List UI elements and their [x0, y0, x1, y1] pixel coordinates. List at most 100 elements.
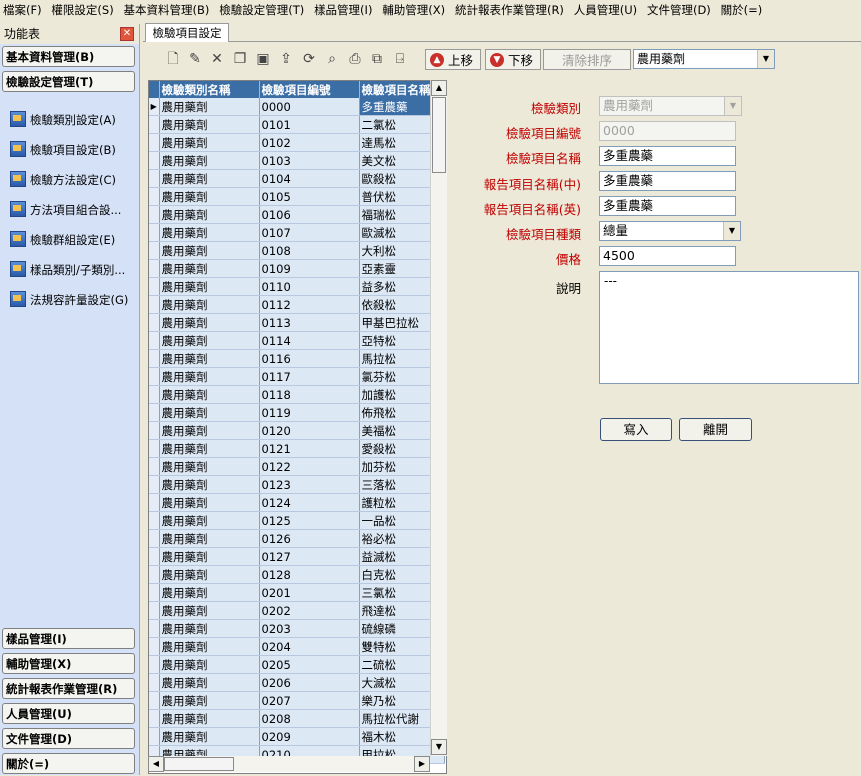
- move-down-button[interactable]: ▼ 下移: [485, 49, 541, 70]
- row-selector[interactable]: [149, 439, 160, 458]
- save-icon[interactable]: ▣: [255, 51, 271, 67]
- group-basic-data[interactable]: 基本資料管理(B): [2, 46, 135, 67]
- cell-item-no[interactable]: 0104: [259, 169, 360, 188]
- cell-item-no[interactable]: 0106: [259, 205, 360, 224]
- row-selector[interactable]: [149, 349, 160, 368]
- row-selector[interactable]: [149, 295, 160, 314]
- copy-icon[interactable]: ❐: [232, 51, 248, 67]
- leave-button[interactable]: 離開: [679, 418, 752, 441]
- col-header-category[interactable]: 檢驗類別名稱: [159, 81, 260, 98]
- row-selector[interactable]: [149, 421, 160, 440]
- cell-category[interactable]: 農用藥劑: [159, 511, 260, 530]
- nav-test-item[interactable]: 檢驗項目設定(B): [10, 140, 116, 160]
- item-name-field[interactable]: 多重農藥: [599, 146, 736, 166]
- cell-category[interactable]: 農用藥劑: [159, 493, 260, 512]
- report-name-en-field[interactable]: 多重農藥: [599, 196, 736, 216]
- cell-category[interactable]: 農用藥劑: [159, 565, 260, 584]
- row-selector[interactable]: [149, 313, 160, 332]
- row-selector[interactable]: [149, 259, 160, 278]
- row-selector[interactable]: [149, 403, 160, 422]
- row-selector[interactable]: [149, 205, 160, 224]
- cell-item-no[interactable]: 0126: [259, 529, 360, 548]
- cell-item-no[interactable]: 0124: [259, 493, 360, 512]
- close-icon[interactable]: ✕: [120, 27, 134, 41]
- group-personnel[interactable]: 人員管理(U): [2, 703, 135, 724]
- table-row[interactable]: 農用藥劑 0206 大滅松: [149, 673, 445, 692]
- row-selector[interactable]: [149, 529, 160, 548]
- cell-category[interactable]: 農用藥劑: [159, 529, 260, 548]
- scroll-down-icon[interactable]: ▼: [431, 739, 447, 755]
- nav-method-item-combo[interactable]: 方法項目組合設...: [10, 200, 121, 220]
- cell-item-no[interactable]: 0122: [259, 457, 360, 476]
- table-row[interactable]: 農用藥劑 0112 依殺松: [149, 295, 445, 314]
- table-row[interactable]: 農用藥劑 0201 三氯松: [149, 583, 445, 602]
- cell-category[interactable]: 農用藥劑: [159, 457, 260, 476]
- cell-item-no[interactable]: 0208: [259, 709, 360, 728]
- print-icon[interactable]: ⎙: [347, 51, 363, 67]
- menu-permissions[interactable]: 權限設定(S): [48, 0, 116, 20]
- cell-category[interactable]: 農用藥劑: [159, 727, 260, 746]
- table-row[interactable]: 農用藥劑 0109 亞素靈: [149, 259, 445, 278]
- cell-item-no[interactable]: 0128: [259, 565, 360, 584]
- table-row[interactable]: 農用藥劑 0104 歐殺松: [149, 169, 445, 188]
- chevron-down-icon[interactable]: ▼: [757, 50, 774, 68]
- cell-item-no[interactable]: 0110: [259, 277, 360, 296]
- cell-item-no[interactable]: 0209: [259, 727, 360, 746]
- table-row[interactable]: 農用藥劑 0122 加芬松: [149, 457, 445, 476]
- cell-item-no[interactable]: 0119: [259, 403, 360, 422]
- table-row[interactable]: 農用藥劑 0103 美文松: [149, 151, 445, 170]
- table-row[interactable]: 農用藥劑 0119 佈飛松: [149, 403, 445, 422]
- cell-category[interactable]: 農用藥劑: [159, 98, 260, 116]
- cell-item-no[interactable]: 0108: [259, 241, 360, 260]
- table-row[interactable]: 農用藥劑 0114 亞特松: [149, 331, 445, 350]
- cell-category[interactable]: 農用藥劑: [159, 277, 260, 296]
- chevron-down-icon[interactable]: ▼: [723, 222, 740, 240]
- cell-category[interactable]: 農用藥劑: [159, 115, 260, 134]
- menu-test-settings[interactable]: 檢驗設定管理(T): [216, 0, 307, 20]
- table-row[interactable]: 農用藥劑 0106 福瑞松: [149, 205, 445, 224]
- cell-category[interactable]: 農用藥劑: [159, 439, 260, 458]
- row-selector[interactable]: [149, 691, 160, 710]
- cell-category[interactable]: 農用藥劑: [159, 331, 260, 350]
- cell-category[interactable]: 農用藥劑: [159, 169, 260, 188]
- cell-category[interactable]: 農用藥劑: [159, 349, 260, 368]
- row-selector[interactable]: [149, 223, 160, 242]
- table-row[interactable]: 農用藥劑 0121 愛殺松: [149, 439, 445, 458]
- scroll-thumb[interactable]: [432, 97, 446, 173]
- nav-test-category[interactable]: 檢驗類別設定(A): [10, 110, 116, 130]
- table-row[interactable]: 農用藥劑 0125 一品松: [149, 511, 445, 530]
- cell-category[interactable]: 農用藥劑: [159, 637, 260, 656]
- nav-test-group[interactable]: 檢驗群組設定(E): [10, 230, 115, 250]
- row-selector[interactable]: [149, 115, 160, 134]
- nav-regulation-tolerance[interactable]: 法規容許量設定(G): [10, 290, 128, 310]
- row-selector[interactable]: [149, 637, 160, 656]
- row-selector[interactable]: [149, 565, 160, 584]
- cell-item-no[interactable]: 0114: [259, 331, 360, 350]
- table-row[interactable]: 農用藥劑 0110 益多松: [149, 277, 445, 296]
- table-row[interactable]: 農用藥劑 0127 益滅松: [149, 547, 445, 566]
- cell-category[interactable]: 農用藥劑: [159, 205, 260, 224]
- cell-category[interactable]: 農用藥劑: [159, 583, 260, 602]
- cell-category[interactable]: 農用藥劑: [159, 259, 260, 278]
- preview-icon[interactable]: ⧉: [369, 51, 385, 67]
- cell-item-no[interactable]: 0116: [259, 349, 360, 368]
- col-header-item-no[interactable]: 檢驗項目編號: [259, 81, 360, 98]
- nav-sample-category[interactable]: 樣品類別/子類別...: [10, 260, 125, 280]
- group-stats-reports[interactable]: 統計報表作業管理(R): [2, 678, 135, 699]
- tab-test-item-settings[interactable]: 檢驗項目設定: [145, 23, 229, 42]
- cell-category[interactable]: 農用藥劑: [159, 403, 260, 422]
- cell-item-no[interactable]: 0127: [259, 547, 360, 566]
- menu-basic-data[interactable]: 基本資料管理(B): [121, 0, 213, 20]
- cell-item-no[interactable]: 0101: [259, 115, 360, 134]
- cell-category[interactable]: 農用藥劑: [159, 475, 260, 494]
- move-up-button[interactable]: ▲ 上移: [425, 49, 481, 70]
- price-field[interactable]: 4500: [599, 246, 736, 266]
- grid-vertical-scrollbar[interactable]: ▲ ▼: [430, 80, 447, 756]
- row-selector[interactable]: [149, 547, 160, 566]
- exit-icon[interactable]: ⍈: [392, 51, 408, 67]
- row-selector[interactable]: [149, 511, 160, 530]
- row-selector[interactable]: [149, 727, 160, 746]
- cell-item-no[interactable]: 0112: [259, 295, 360, 314]
- cell-item-no[interactable]: 0107: [259, 223, 360, 242]
- description-textarea[interactable]: ---: [599, 271, 859, 384]
